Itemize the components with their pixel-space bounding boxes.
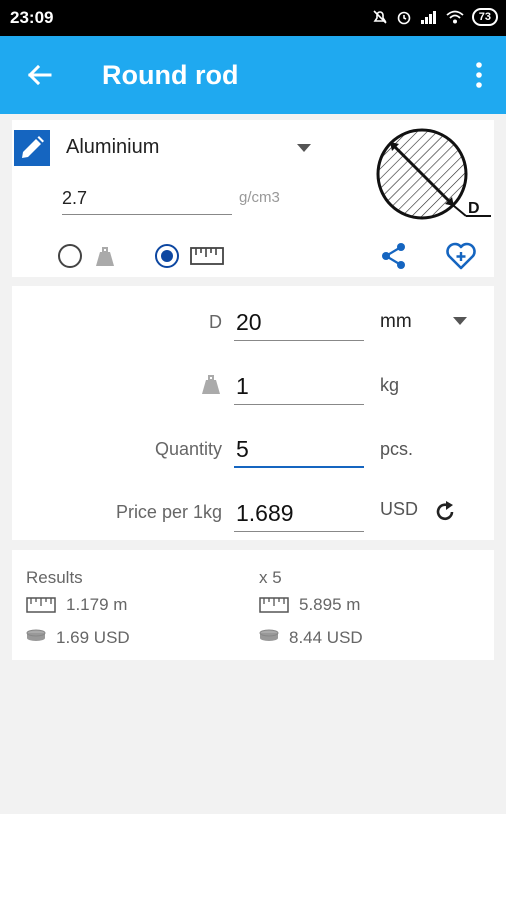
overflow-menu-icon[interactable] <box>474 60 484 90</box>
price-input[interactable] <box>234 496 364 532</box>
quantity-unit: pcs. <box>380 439 414 459</box>
currency-label[interactable]: USD <box>380 499 418 520</box>
density-unit: g/cm3 <box>239 189 280 206</box>
signal-icon <box>420 11 436 24</box>
mode-length-radio[interactable] <box>155 244 179 268</box>
weight-icon <box>96 247 114 266</box>
ruler-icon <box>259 597 289 613</box>
edit-material-button[interactable] <box>14 130 50 166</box>
battery-icon: 73 <box>471 8 498 26</box>
app-bar: Round rod <box>0 36 506 114</box>
favorite-add-icon[interactable] <box>445 241 477 271</box>
unit-dropdown-icon[interactable] <box>453 317 467 325</box>
ruler-icon <box>190 247 224 265</box>
mute-icon <box>373 10 387 24</box>
wifi-icon <box>446 10 464 24</box>
status-time: 23:09 <box>10 8 54 27</box>
results-header: Results <box>26 568 83 587</box>
round-rod-diagram-icon: D <box>376 128 491 220</box>
results-multiplier: x 5 <box>259 568 282 587</box>
price-label: Price per 1kg <box>115 502 222 522</box>
diagram-label: D <box>468 200 480 217</box>
pencil-icon <box>22 136 44 158</box>
refresh-icon[interactable] <box>432 499 458 525</box>
result-cost: 1.69 USD <box>56 628 130 647</box>
ruler-icon <box>26 597 56 613</box>
result-length: 1.179 m <box>66 595 128 614</box>
result-total-length: 5.895 m <box>299 595 361 614</box>
back-arrow-icon[interactable] <box>24 60 54 90</box>
coins-icon <box>259 629 279 641</box>
diameter-label: D <box>209 312 222 332</box>
diameter-unit[interactable]: mm <box>380 311 412 333</box>
density-input[interactable] <box>62 182 232 215</box>
share-icon[interactable] <box>380 242 408 270</box>
material-name[interactable]: Aluminium <box>66 136 159 159</box>
result-total-cost: 8.44 USD <box>289 628 363 647</box>
weight-input[interactable] <box>234 369 364 405</box>
quantity-label: Quantity <box>154 439 222 459</box>
weight-icon <box>202 375 220 394</box>
status-bar: 23:09 73 <box>0 0 506 36</box>
material-dropdown-icon[interactable] <box>297 144 311 152</box>
status-icons: 73 <box>372 8 498 26</box>
weight-unit: kg <box>380 375 400 395</box>
quantity-input[interactable] <box>234 432 364 468</box>
coins-icon <box>26 629 46 641</box>
diameter-input[interactable] <box>234 305 364 341</box>
alarm-icon <box>397 11 411 25</box>
page-title: Round rod <box>102 60 239 90</box>
mode-weight-radio[interactable] <box>58 244 82 268</box>
